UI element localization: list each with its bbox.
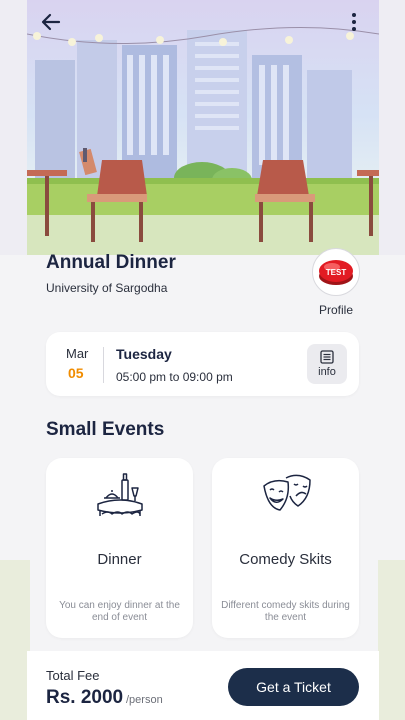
event-title: Annual Dinner <box>46 252 176 273</box>
event-card-description: You can enjoy dinner at the end of event <box>59 600 180 623</box>
event-card-name: Dinner <box>97 551 142 568</box>
fee-unit: /person <box>126 694 163 706</box>
profile-badge-text: TEST <box>326 268 347 277</box>
profile-avatar: TEST <box>312 248 360 296</box>
list-icon <box>320 350 334 364</box>
event-card-comedy-skits[interactable]: Comedy Skits Different comedy skits duri… <box>212 458 359 638</box>
info-button[interactable]: info <box>307 344 347 384</box>
top-bar <box>0 0 405 44</box>
theater-masks-icon <box>212 470 359 522</box>
date-weekday: Tuesday <box>116 346 172 362</box>
date-time: 05:00 pm to 09:00 pm <box>116 370 233 384</box>
small-events-title: Small Events <box>46 419 165 440</box>
more-vert-icon <box>352 13 356 31</box>
date-divider <box>103 347 104 383</box>
date-card: Mar 05 Tuesday 05:00 pm to 09:00 pm info <box>46 332 359 396</box>
total-fee-value: Rs. 2000 <box>46 687 124 708</box>
bottom-bar: Total Fee Rs. 2000 /person Get a Ticket <box>27 651 379 720</box>
event-card-description: Different comedy skits during the event <box>221 600 350 623</box>
date-month: Mar <box>66 346 89 361</box>
profile-button[interactable]: TEST Profile <box>306 248 366 318</box>
total-fee-label: Total Fee <box>46 668 100 683</box>
back-button[interactable] <box>38 10 64 34</box>
profile-label: Profile <box>318 303 353 317</box>
info-label: info <box>318 366 336 378</box>
app-screen: Annual Dinner University of Sargodha TES… <box>0 0 405 720</box>
event-card-dinner[interactable]: Dinner You can enjoy dinner at the end o… <box>46 458 193 638</box>
more-options-button[interactable] <box>345 10 363 34</box>
date-day: 05 <box>68 365 84 381</box>
get-ticket-button[interactable]: Get a Ticket <box>228 668 359 706</box>
event-organizer: University of Sargodha <box>46 281 168 295</box>
back-arrow-icon <box>41 13 61 31</box>
event-card-name: Comedy Skits <box>239 551 332 568</box>
dinner-table-icon <box>46 470 193 522</box>
test-badge-icon: TEST <box>319 260 353 285</box>
